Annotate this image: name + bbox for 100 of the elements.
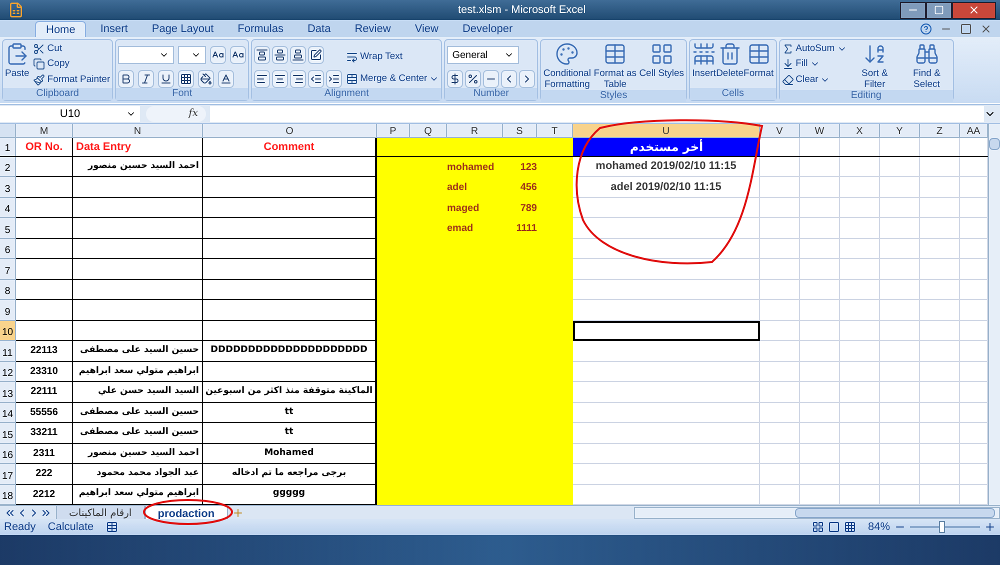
insert-sheet-icon[interactable] bbox=[232, 506, 244, 518]
font-size-field[interactable] bbox=[178, 46, 206, 64]
column-header[interactable]: Z bbox=[920, 124, 960, 137]
column-header[interactable]: R bbox=[447, 124, 503, 137]
borders-button[interactable] bbox=[178, 70, 194, 88]
sheet-tab[interactable]: prodaction bbox=[144, 506, 228, 520]
number-format-dropdown[interactable]: General bbox=[447, 46, 520, 64]
underline-button[interactable] bbox=[158, 70, 174, 88]
close-button[interactable] bbox=[952, 2, 996, 18]
office-button-icon[interactable] bbox=[8, 2, 24, 18]
ribbon-tab[interactable]: Insert bbox=[90, 21, 138, 37]
restore-icon[interactable] bbox=[960, 23, 972, 35]
zoom-thumb[interactable] bbox=[938, 521, 944, 533]
zoom-in-icon[interactable] bbox=[984, 521, 996, 533]
minimize-button[interactable] bbox=[900, 2, 926, 18]
page-break-view-icon[interactable] bbox=[844, 521, 856, 533]
decrease-decimal-button[interactable] bbox=[519, 70, 536, 88]
row-header[interactable]: 1 bbox=[0, 138, 16, 156]
increase-decimal-button[interactable] bbox=[501, 70, 518, 88]
middle-align-button[interactable] bbox=[272, 46, 288, 64]
ribbon-button[interactable]: Wrap Text bbox=[346, 50, 440, 64]
column-header[interactable]: N bbox=[73, 124, 203, 137]
fill-color-button[interactable] bbox=[198, 70, 214, 88]
row-header[interactable]: 12 bbox=[0, 362, 16, 382]
column-header[interactable]: P bbox=[377, 124, 410, 137]
ribbon-tab[interactable]: Formulas bbox=[228, 21, 294, 37]
row-header[interactable]: 9 bbox=[0, 300, 16, 321]
column-header[interactable]: W bbox=[800, 124, 840, 137]
comma-button[interactable] bbox=[483, 70, 500, 88]
row-header[interactable]: 11 bbox=[0, 341, 16, 362]
align-center-button[interactable] bbox=[272, 70, 288, 88]
help-icon[interactable] bbox=[920, 23, 932, 35]
row-header[interactable]: 17 bbox=[0, 464, 16, 484]
column-header[interactable]: Q bbox=[410, 124, 447, 137]
ribbon-button[interactable]: Cell Styles bbox=[639, 42, 684, 90]
normal-view-icon[interactable] bbox=[812, 521, 824, 533]
top-align-button[interactable] bbox=[254, 46, 270, 64]
row-header[interactable]: 8 bbox=[0, 280, 16, 300]
ribbon-button[interactable]: Paste bbox=[5, 42, 30, 87]
ribbon-button[interactable]: Fill bbox=[782, 57, 847, 72]
row-header[interactable]: 7 bbox=[0, 259, 16, 280]
maximize-button[interactable] bbox=[926, 2, 952, 18]
ribbon-button[interactable]: Copy bbox=[33, 57, 110, 72]
column-header[interactable]: O bbox=[203, 124, 377, 137]
percent-button[interactable] bbox=[465, 70, 482, 88]
ribbon-button[interactable]: AutoSum bbox=[782, 42, 847, 56]
name-box[interactable]: U10 bbox=[0, 106, 140, 122]
ribbon-button[interactable]: Format as Table bbox=[591, 42, 640, 90]
font-name-field[interactable] bbox=[118, 46, 174, 64]
row-header[interactable]: 13 bbox=[0, 382, 16, 403]
ribbon-tab[interactable]: Home bbox=[35, 21, 86, 37]
ribbon-button[interactable]: Cut bbox=[33, 42, 110, 56]
ribbon-button[interactable]: Conditional Formatting bbox=[543, 42, 592, 90]
row-header[interactable]: 18 bbox=[0, 484, 16, 505]
row-header[interactable]: 3 bbox=[0, 177, 16, 198]
close-icon[interactable] bbox=[980, 23, 992, 35]
decrease-indent-button[interactable] bbox=[308, 70, 324, 88]
formula-input[interactable] bbox=[210, 106, 984, 122]
italic-button[interactable] bbox=[138, 70, 154, 88]
orientation-button[interactable] bbox=[308, 46, 324, 64]
function-button[interactable]: fx bbox=[146, 106, 206, 122]
ribbon-tab[interactable]: Data bbox=[297, 21, 341, 37]
column-header[interactable]: Y bbox=[880, 124, 920, 137]
vertical-scrollbar[interactable] bbox=[988, 124, 1000, 505]
ribbon-button[interactable]: Insert bbox=[692, 42, 716, 79]
sheet-tab[interactable]: ارقام الماكينات bbox=[56, 506, 145, 520]
zoom-slider[interactable] bbox=[910, 521, 980, 533]
column-header[interactable]: U bbox=[573, 124, 760, 137]
align-left-button[interactable] bbox=[254, 70, 270, 88]
horizontal-scrollbar[interactable] bbox=[634, 506, 1000, 518]
ribbon-button[interactable]: Format bbox=[744, 42, 774, 79]
increase-indent-button[interactable] bbox=[326, 70, 342, 88]
grow-font-icon[interactable] bbox=[210, 46, 226, 64]
ribbon-tab[interactable]: Developer bbox=[452, 21, 523, 37]
row-header[interactable]: 4 bbox=[0, 198, 16, 218]
ribbon-tab[interactable]: View bbox=[404, 21, 448, 37]
ribbon-tab[interactable]: Page Layout bbox=[142, 21, 224, 37]
row-header[interactable]: 14 bbox=[0, 402, 16, 424]
row-header[interactable]: 5 bbox=[0, 218, 16, 239]
font-color-button[interactable] bbox=[218, 70, 234, 88]
ribbon-button[interactable]: Sort & Filter bbox=[850, 42, 899, 90]
column-header[interactable]: S bbox=[503, 124, 537, 137]
currency-button[interactable] bbox=[447, 70, 464, 88]
macro-record-icon[interactable] bbox=[106, 521, 118, 533]
ribbon-button[interactable]: Delete bbox=[716, 42, 744, 79]
ribbon-button[interactable]: Merge & Center bbox=[346, 72, 440, 86]
bottom-align-button[interactable] bbox=[290, 46, 306, 64]
column-header[interactable]: M bbox=[16, 124, 73, 137]
ribbon-button[interactable]: Find & Select bbox=[902, 42, 951, 90]
column-header[interactable]: X bbox=[840, 124, 880, 137]
bold-button[interactable] bbox=[118, 70, 134, 88]
row-header[interactable]: 16 bbox=[0, 444, 16, 464]
ribbon-tab[interactable]: Review bbox=[344, 21, 401, 37]
row-header[interactable]: 15 bbox=[0, 423, 16, 444]
column-header[interactable]: V bbox=[760, 124, 800, 137]
row-header[interactable]: 2 bbox=[0, 157, 16, 178]
row-header[interactable]: 6 bbox=[0, 238, 16, 260]
page-layout-view-icon[interactable] bbox=[828, 521, 840, 533]
align-right-button[interactable] bbox=[290, 70, 306, 88]
ribbon-button[interactable]: Clear bbox=[782, 72, 847, 87]
